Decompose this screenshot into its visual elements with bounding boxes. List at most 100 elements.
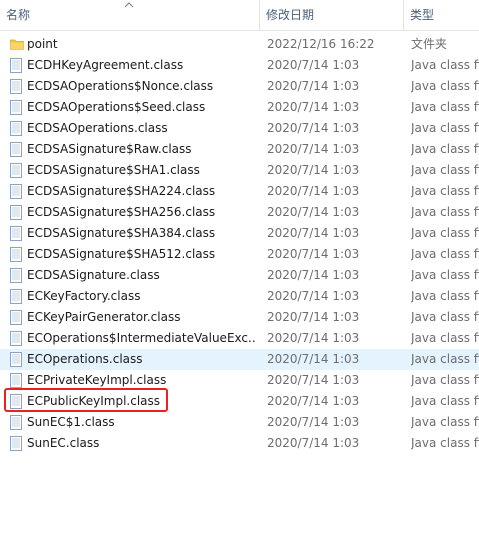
file-type: Java class file [411,352,479,366]
file-row[interactable]: ECOperations.class 2020/7/14 1:03 Java cla… [0,349,479,370]
file-modified-date: 2020/7/14 1:03 [267,121,360,135]
file-name: SunEC.class [27,436,100,450]
file-type: 文件夹 [411,37,448,51]
file-modified-date: 2020/7/14 1:03 [267,373,360,387]
file-name: ECDSASignature$SHA1.class [27,163,200,177]
class-file-icon [10,268,22,283]
class-file-icon [10,247,22,262]
class-file-icon [10,310,22,325]
class-file-icon [10,121,22,136]
class-file-icon [10,226,22,241]
file-name: ECDSAOperations$Seed.class [27,100,206,114]
class-file-icon [10,436,22,451]
column-name-label: 名称 [6,8,31,22]
file-name: ECOperations.class [27,352,143,366]
class-file-icon [10,163,22,178]
file-name: ECDSASignature$SHA224.class [27,184,216,198]
file-row[interactable]: point 2022/12/16 16:22 文件夹 [0,34,479,55]
class-file-icon [10,373,22,388]
file-modified-date: 2022/12/16 16:22 [267,37,375,51]
sort-ascending-icon [124,2,134,8]
file-type: Java class file [411,436,479,450]
file-modified-date: 2020/7/14 1:03 [267,184,360,198]
column-header: 名称 修改日期 类型 [0,0,479,31]
file-name: ECDSASignature.class [27,268,160,282]
file-type: Java class file [411,163,479,177]
file-name: ECDSASignature$SHA256.class [27,205,216,219]
file-type: Java class file [411,100,479,114]
column-date-header[interactable]: 修改日期 [260,0,403,30]
class-file-icon [10,289,22,304]
file-row[interactable]: ECDSASignature.class 2020/7/14 1:03 Java c… [0,265,479,286]
file-name: ECDHKeyAgreement.class [27,58,184,72]
file-type: Java class file [411,268,479,282]
file-modified-date: 2020/7/14 1:03 [267,415,360,429]
annotation-highlight-box [4,388,168,412]
file-type: Java class file [411,247,479,261]
file-modified-date: 2020/7/14 1:03 [267,163,360,177]
file-name: ECDSAOperations.class [27,121,168,135]
file-type: Java class file [411,310,479,324]
file-row[interactable]: SunEC.class 2020/7/14 1:03 Java class file [0,433,479,454]
file-modified-date: 2020/7/14 1:03 [267,310,360,324]
file-type: Java class file [411,142,479,156]
file-row[interactable]: ECDSASignature$SHA224.class 2020/7/14 1:0… [0,181,479,202]
file-modified-date: 2020/7/14 1:03 [267,268,360,282]
column-type-label: 类型 [410,8,435,22]
file-row[interactable]: ECKeyFactory.class 2020/7/14 1:03 Java cla… [0,286,479,307]
file-modified-date: 2020/7/14 1:03 [267,247,360,261]
file-modified-date: 2020/7/14 1:03 [267,205,360,219]
class-file-icon [10,184,22,199]
file-modified-date: 2020/7/14 1:03 [267,289,360,303]
class-file-icon [10,100,22,115]
file-row[interactable]: SunEC$1.class 2020/7/14 1:03 Java class fi… [0,412,479,433]
file-name: point [27,37,58,51]
column-date-label: 修改日期 [266,8,315,22]
file-name: ECKeyFactory.class [27,289,141,303]
file-row[interactable]: ECDSASignature$SHA256.class 2020/7/14 1:0… [0,202,479,223]
file-row[interactable]: ECDSASignature$SHA384.class 2020/7/14 1:0… [0,223,479,244]
class-file-icon [10,142,22,157]
file-name: ECKeyPairGenerator.class [27,310,181,324]
file-modified-date: 2020/7/14 1:03 [267,352,360,366]
file-name: SunEC$1.class [27,415,115,429]
folder-icon [10,38,24,53]
file-name: ECDSASignature$Raw.class [27,142,192,156]
file-name: ECDSASignature$SHA512.class [27,247,216,261]
file-type: Java class file [411,394,479,408]
class-file-icon [10,331,22,346]
class-file-icon [10,79,22,94]
class-file-icon [10,415,22,430]
class-file-icon [10,352,22,367]
column-type-header[interactable]: 类型 [404,0,479,30]
file-modified-date: 2020/7/14 1:03 [267,100,360,114]
file-type: Java class file [411,373,479,387]
file-row[interactable]: ECKeyPairGenerator.class 2020/7/14 1:03 Ja… [0,307,479,328]
file-type: Java class file [411,331,479,345]
file-type: Java class file [411,121,479,135]
file-row[interactable]: ECOperations$IntermediateValueExc... 2020… [0,328,479,349]
class-file-icon [10,58,22,73]
file-type: Java class file [411,205,479,219]
file-modified-date: 2020/7/14 1:03 [267,226,360,240]
file-row[interactable]: ECDHKeyAgreement.class 2020/7/14 1:03 Java… [0,55,479,76]
file-type: Java class file [411,184,479,198]
file-modified-date: 2020/7/14 1:03 [267,394,360,408]
file-name: ECDSAOperations$Nonce.class [27,79,214,93]
file-type: Java class file [411,415,479,429]
file-type: Java class file [411,79,479,93]
file-modified-date: 2020/7/14 1:03 [267,436,360,450]
file-row[interactable]: ECDSASignature$SHA1.class 2020/7/14 1:03 J… [0,160,479,181]
file-type: Java class file [411,289,479,303]
file-modified-date: 2020/7/14 1:03 [267,331,360,345]
file-row[interactable]: ECDSAOperations$Nonce.class 2020/7/14 1:0… [0,76,479,97]
file-modified-date: 2020/7/14 1:03 [267,58,360,72]
file-type: Java class file [411,58,479,72]
file-name: ECOperations$IntermediateValueExc... [27,331,255,345]
file-type: Java class file [411,226,479,240]
file-row[interactable]: ECDSASignature$Raw.class 2020/7/14 1:03 Ja… [0,139,479,160]
file-row[interactable]: ECDSAOperations$Seed.class 2020/7/14 1:03… [0,97,479,118]
file-modified-date: 2020/7/14 1:03 [267,79,360,93]
file-row[interactable]: ECDSAOperations.class 2020/7/14 1:03 Java … [0,118,479,139]
file-row[interactable]: ECDSASignature$SHA512.class 2020/7/14 1:0… [0,244,479,265]
